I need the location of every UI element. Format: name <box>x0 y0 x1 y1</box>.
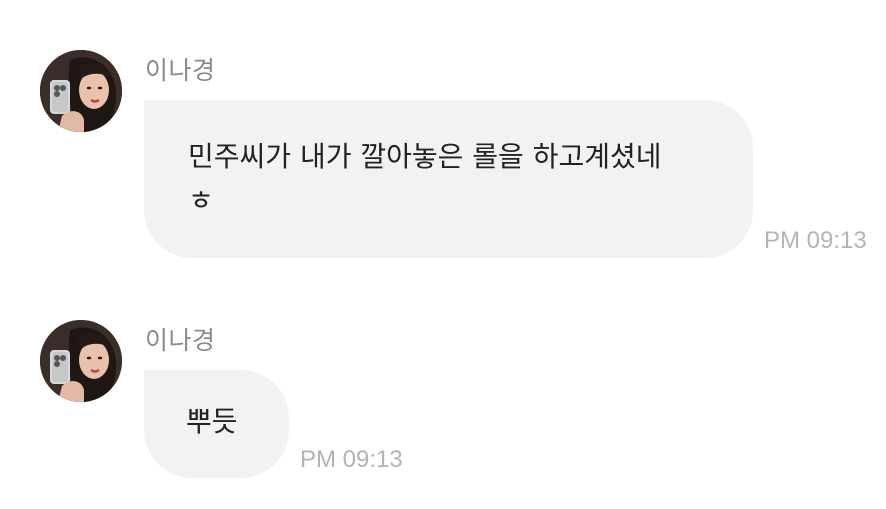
chat-message: 이나경 뿌듯 PM 09:13 <box>0 320 886 480</box>
profile-photo <box>40 50 122 132</box>
avatar[interactable] <box>40 320 122 402</box>
message-text-line: ㅎ <box>188 184 214 217</box>
message-text-line: 민주씨가 내가 깔아놓은 롤을 하고계셨네 <box>188 140 662 173</box>
message-text-line: 뿌듯 <box>186 405 238 438</box>
avatar[interactable] <box>40 50 122 132</box>
sender-name: 이나경 <box>145 326 216 355</box>
sender-name: 이나경 <box>145 56 216 85</box>
message-timestamp: PM 09:13 <box>764 227 867 254</box>
message-timestamp: PM 09:13 <box>300 446 403 473</box>
chat-message: 이나경 민주씨가 내가 깔아놓은 롤을 하고계셨네 ㅎ PM 09:13 <box>0 50 886 260</box>
message-bubble[interactable]: 뿌듯 <box>144 370 289 478</box>
profile-photo <box>40 320 122 402</box>
message-bubble[interactable]: 민주씨가 내가 깔아놓은 롤을 하고계셨네 ㅎ <box>144 100 753 258</box>
